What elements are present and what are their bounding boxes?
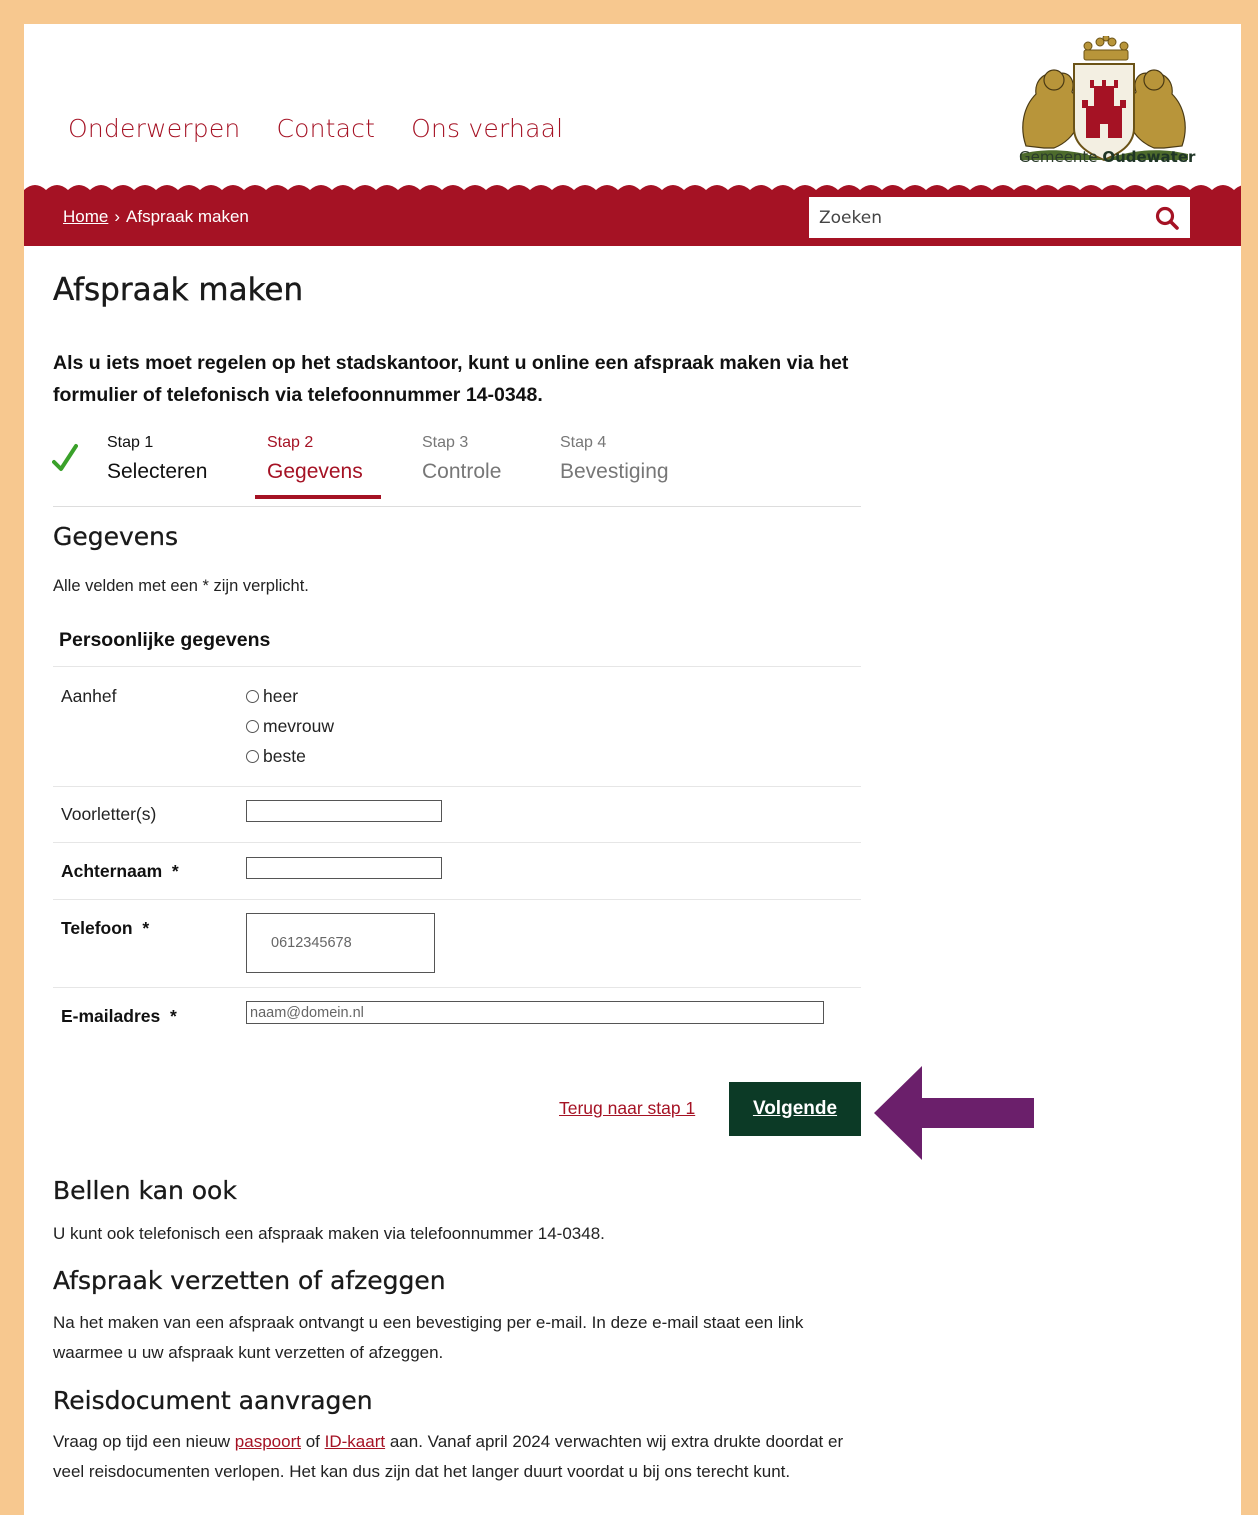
step-2: Stap 2 Gegevens — [255, 434, 381, 499]
radio-heer[interactable]: heer — [246, 686, 298, 707]
radio-label: beste — [263, 746, 306, 766]
breadcrumb: Home › Afspraak maken — [63, 207, 249, 227]
search-input[interactable] — [817, 205, 1141, 231]
radio-mevrouw[interactable]: mevrouw — [246, 716, 334, 737]
divider — [53, 786, 861, 787]
step-3: Stap 3 Controle — [422, 434, 501, 484]
radio-circle-icon[interactable] — [246, 690, 259, 703]
travel-section-title: Reisdocument aanvragen — [53, 1386, 373, 1415]
step-number: Stap 1 — [107, 434, 154, 451]
phone-label: Telefoon * — [61, 918, 150, 938]
call-section-title: Bellen kan ook — [53, 1176, 237, 1205]
step-label: Bevestiging — [560, 460, 669, 483]
step-indicator: Stap 1 Selecteren Stap 2 Gegevens Stap 3… — [53, 434, 861, 507]
radio-beste[interactable]: beste — [246, 746, 306, 767]
email-label: E-mailadres * — [61, 1006, 177, 1026]
back-to-step-1-link[interactable]: Terug naar stap 1 — [559, 1098, 695, 1119]
reschedule-section-text: Na het maken van een afspraak ontvangt u… — [53, 1313, 804, 1362]
radio-label: mevrouw — [263, 716, 334, 736]
divider — [53, 987, 861, 988]
radio-circle-icon[interactable] — [246, 750, 259, 763]
surname-label: Achternaam * — [61, 861, 179, 881]
reschedule-section-title: Afspraak verzetten of afzeggen — [53, 1266, 446, 1295]
salutation-label: Aanhef — [61, 686, 117, 706]
next-button[interactable]: Volgende — [729, 1082, 861, 1136]
step-number: Stap 3 — [422, 434, 469, 451]
logo-text: Gemeente Oudewater — [1019, 148, 1196, 166]
divider — [53, 666, 861, 667]
step-label: Gegevens — [267, 460, 363, 483]
email-field[interactable] — [246, 1001, 824, 1024]
phone-field[interactable] — [246, 913, 435, 973]
breadcrumb-current: Afspraak maken — [126, 207, 249, 226]
call-section-text: U kunt ook telefonisch een afspraak make… — [53, 1224, 605, 1243]
surname-field[interactable] — [246, 857, 442, 879]
arrow-left-icon — [874, 1066, 1034, 1160]
main-nav: Onderwerpen Contact Ons verhaal — [68, 114, 563, 143]
radio-label: heer — [263, 686, 299, 706]
nav-item-ons-verhaal[interactable]: Ons verhaal — [411, 114, 563, 143]
page-intro: Als u iets moet regelen op het stadskant… — [53, 352, 849, 406]
initials-field[interactable] — [246, 800, 442, 822]
step-label: Selecteren — [107, 460, 208, 483]
checkmark-icon — [52, 444, 78, 471]
fieldset-title: Persoonlijke gegevens — [59, 629, 271, 651]
passport-link[interactable]: paspoort — [235, 1432, 301, 1451]
travel-section-text: Vraag op tijd een nieuw paspoort of ID-k… — [53, 1432, 844, 1481]
form-title: Gegevens — [53, 522, 179, 551]
initials-label: Voorletter(s) — [61, 804, 157, 824]
divider — [53, 899, 861, 900]
search-box — [809, 197, 1190, 238]
step-label: Controle — [422, 460, 502, 483]
step-number: Stap 4 — [560, 434, 607, 451]
step-4: Stap 4 Bevestiging — [560, 434, 669, 484]
page-title: Afspraak maken — [53, 272, 304, 308]
step-1: Stap 1 Selecteren — [107, 434, 207, 484]
step-number: Stap 2 — [267, 434, 314, 451]
breadcrumb-separator: › — [114, 207, 121, 226]
nav-item-contact[interactable]: Contact — [276, 114, 375, 143]
id-card-link[interactable]: ID-kaart — [325, 1432, 385, 1451]
divider — [53, 842, 861, 843]
page: Onderwerpen Contact Ons verhaal Gemeente… — [24, 24, 1241, 1515]
breadcrumb-home-link[interactable]: Home — [63, 207, 108, 226]
search-icon[interactable] — [1154, 205, 1180, 231]
radio-circle-icon[interactable] — [246, 720, 259, 733]
required-note: Alle velden met een * zijn verplicht. — [53, 577, 309, 595]
nav-item-onderwerpen[interactable]: Onderwerpen — [68, 114, 240, 143]
